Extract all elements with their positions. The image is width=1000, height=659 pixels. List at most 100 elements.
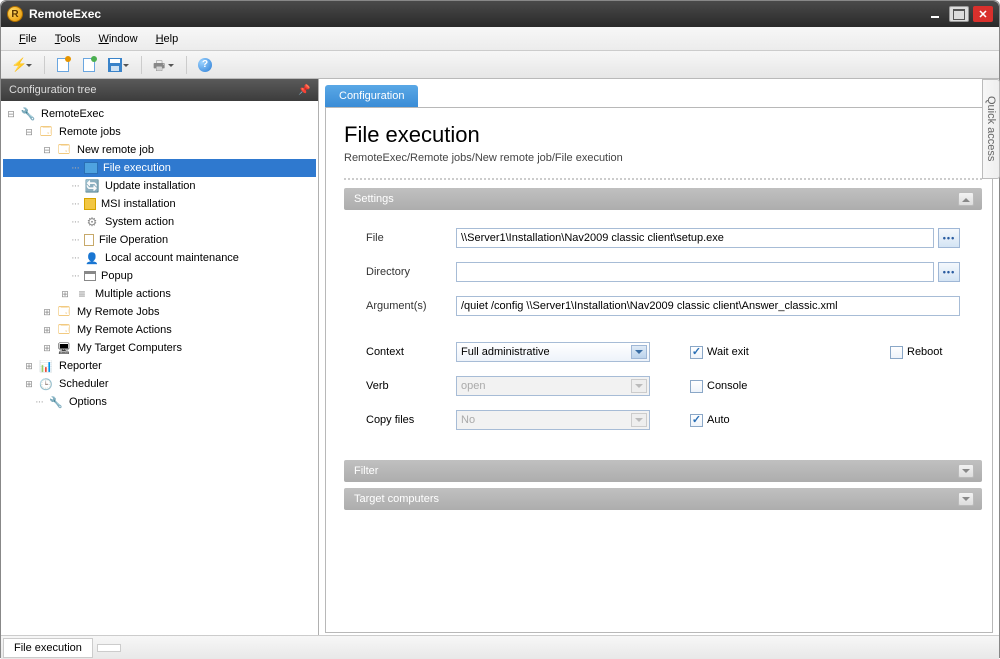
tree-options[interactable]: ···Options xyxy=(3,393,316,411)
checkbox-icon xyxy=(690,414,703,427)
label-copy-files: Copy files xyxy=(366,414,456,426)
tree-my-remote-actions[interactable]: My Remote Actions xyxy=(3,321,316,339)
folder-icon xyxy=(38,124,54,140)
toolbar-separator xyxy=(186,56,187,74)
tree-file-execution[interactable]: ···File execution xyxy=(3,159,316,177)
popup-icon xyxy=(84,271,96,281)
printer-icon xyxy=(153,57,169,73)
refresh-icon xyxy=(83,58,95,72)
new-sheet-icon xyxy=(57,58,69,72)
sidebar-title: Configuration tree xyxy=(9,84,96,96)
tree-scheduler[interactable]: Scheduler xyxy=(3,375,316,393)
pin-icon[interactable] xyxy=(298,84,310,96)
section-settings: Settings File Directory Argu xyxy=(344,188,982,454)
print-button[interactable] xyxy=(149,54,179,76)
tree-my-remote-jobs[interactable]: My Remote Jobs xyxy=(3,303,316,321)
help-button[interactable] xyxy=(194,54,216,76)
checkbox-reboot[interactable]: Reboot xyxy=(890,346,942,359)
tree-new-remote-job[interactable]: New remote job xyxy=(3,141,316,159)
checkbox-icon xyxy=(690,346,703,359)
chevron-down-icon xyxy=(631,379,647,393)
multi-icon xyxy=(74,286,90,302)
tree-system-action[interactable]: ···System action xyxy=(3,213,316,231)
section-head-filter[interactable]: Filter xyxy=(344,460,982,482)
close-button[interactable] xyxy=(973,6,993,22)
tree-my-target-computers[interactable]: My Target Computers xyxy=(3,339,316,357)
page-title: File execution xyxy=(344,122,982,148)
wrench-icon xyxy=(20,106,36,122)
browse-directory-button[interactable] xyxy=(938,262,960,282)
msi-icon xyxy=(84,198,96,210)
folder-icon xyxy=(56,322,72,338)
checkbox-auto[interactable]: Auto xyxy=(690,414,890,427)
file-input[interactable] xyxy=(456,228,934,248)
config-panel: File execution RemoteExec/Remote jobs/Ne… xyxy=(325,107,993,633)
content-area: Configuration Quick access File executio… xyxy=(319,79,999,635)
refresh-button[interactable] xyxy=(78,54,100,76)
computer-icon xyxy=(56,340,72,356)
tree-file-operation[interactable]: ···File Operation xyxy=(3,231,316,249)
chevron-down-icon xyxy=(631,413,647,427)
toolbar-separator xyxy=(141,56,142,74)
tree-popup[interactable]: ···Popup xyxy=(3,267,316,285)
menu-tools[interactable]: Tools xyxy=(47,30,89,48)
quick-access-tab[interactable]: Quick access xyxy=(982,79,1000,179)
context-select[interactable]: Full administrative xyxy=(456,342,650,362)
directory-input[interactable] xyxy=(456,262,934,282)
bolt-icon xyxy=(11,57,27,73)
status-cell[interactable]: File execution xyxy=(3,638,93,658)
menu-bar: File Tools Window Help xyxy=(1,27,999,51)
floppy-icon xyxy=(108,58,122,72)
tree-update-installation[interactable]: ···Update installation xyxy=(3,177,316,195)
maximize-button[interactable] xyxy=(949,6,969,22)
status-cell-empty xyxy=(97,644,121,652)
tree-reporter[interactable]: Reporter xyxy=(3,357,316,375)
save-button[interactable] xyxy=(104,54,134,76)
menu-file[interactable]: File xyxy=(11,30,45,48)
section-target: Target computers xyxy=(344,488,982,510)
section-head-settings[interactable]: Settings xyxy=(344,188,982,210)
scheduler-icon xyxy=(38,376,54,392)
label-file: File xyxy=(366,232,456,244)
tree-remote-jobs[interactable]: Remote jobs xyxy=(3,123,316,141)
breadcrumb: RemoteExec/Remote jobs/New remote job/Fi… xyxy=(344,152,982,164)
window-title: RemoteExec xyxy=(29,7,921,21)
chevron-down-icon xyxy=(958,492,974,506)
copy-files-select: No xyxy=(456,410,650,430)
label-context: Context xyxy=(366,346,456,358)
menu-window[interactable]: Window xyxy=(90,30,145,48)
config-tree: RemoteExec Remote jobs New remote job ··… xyxy=(1,101,318,635)
new-job-button[interactable] xyxy=(52,54,74,76)
sidebar: Configuration tree RemoteExec Remote job… xyxy=(1,79,319,635)
tree-multiple-actions[interactable]: Multiple actions xyxy=(3,285,316,303)
tree-local-account[interactable]: ···Local account maintenance xyxy=(3,249,316,267)
verb-select: open xyxy=(456,376,650,396)
chevron-down-icon xyxy=(958,464,974,478)
tree-root[interactable]: RemoteExec xyxy=(3,105,316,123)
label-arguments: Argument(s) xyxy=(366,300,456,312)
title-bar: R RemoteExec xyxy=(1,1,999,27)
toolbar xyxy=(1,51,999,79)
tree-msi-installation[interactable]: ···MSI installation xyxy=(3,195,316,213)
browse-file-button[interactable] xyxy=(938,228,960,248)
file-icon xyxy=(84,234,94,246)
toolbar-separator xyxy=(44,56,45,74)
chevron-down-icon xyxy=(631,345,647,359)
chevron-up-icon xyxy=(958,192,974,206)
menu-help[interactable]: Help xyxy=(148,30,187,48)
arguments-input[interactable] xyxy=(456,296,960,316)
gear-icon xyxy=(84,214,100,230)
sidebar-header: Configuration tree xyxy=(1,79,318,101)
execute-button[interactable] xyxy=(7,54,37,76)
checkbox-wait-exit[interactable]: Wait exit xyxy=(690,346,890,359)
checkbox-icon xyxy=(890,346,903,359)
section-head-target[interactable]: Target computers xyxy=(344,488,982,510)
section-filter: Filter xyxy=(344,460,982,482)
user-icon xyxy=(84,250,100,266)
minimize-button[interactable] xyxy=(925,6,945,22)
divider xyxy=(344,178,982,180)
tab-configuration[interactable]: Configuration xyxy=(325,85,418,107)
checkbox-icon xyxy=(690,380,703,393)
checkbox-console[interactable]: Console xyxy=(690,380,890,393)
help-icon xyxy=(198,58,212,72)
